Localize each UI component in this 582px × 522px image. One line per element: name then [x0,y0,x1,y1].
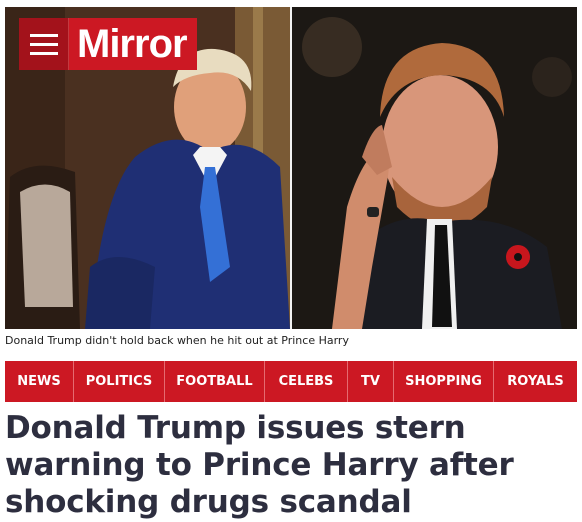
section-nav: NEWS POLITICS FOOTBALL CELEBS TV SHOPPIN… [5,361,577,402]
site-logo[interactable]: Mirror [69,18,197,70]
nav-item-shopping[interactable]: SHOPPING [394,361,494,402]
nav-item-celebs[interactable]: CELEBS [265,361,348,402]
nav-item-football[interactable]: FOOTBALL [165,361,265,402]
hamburger-menu-icon[interactable] [19,18,69,70]
nav-item-tv[interactable]: TV [348,361,394,402]
image-caption: Donald Trump didn't hold back when he hi… [5,334,349,347]
nav-item-news[interactable]: NEWS [5,361,74,402]
hero-image: Mirror [5,7,577,329]
photo-prince-harry [292,7,577,329]
site-logo-bar: Mirror [19,18,197,70]
nav-item-royals[interactable]: ROYALS [494,361,577,402]
article-headline: Donald Trump issues stern warning to Pri… [5,410,514,520]
nav-item-politics[interactable]: POLITICS [74,361,165,402]
